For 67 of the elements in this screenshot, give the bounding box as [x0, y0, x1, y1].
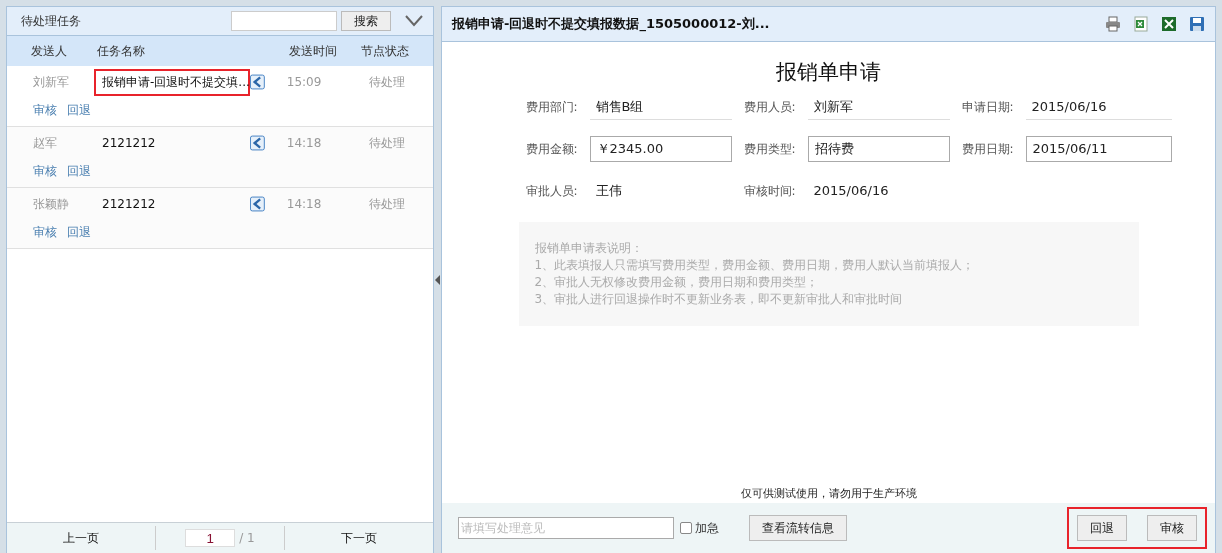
column-header: 节点状态 — [361, 42, 409, 60]
input-field[interactable]: ￥2345.00 — [589, 136, 732, 162]
action-link[interactable]: 回退 — [67, 162, 91, 180]
sender-cell-text: 刘新军 — [33, 73, 70, 91]
field-label: 费用类型: — [743, 140, 797, 158]
action-button[interactable]: 审核 — [1147, 515, 1197, 541]
column-header: 发送人 — [31, 42, 68, 60]
share-icon[interactable] — [250, 196, 265, 212]
sender-cell-text: 赵军 — [33, 134, 58, 152]
time-cell-text: 15:09 — [286, 75, 323, 89]
form-title: 报销单申请 — [776, 59, 881, 86]
time-cell-text: 14:18 — [286, 197, 323, 211]
field-value: 刘新军 — [807, 94, 950, 120]
collapse-arrow-icon[interactable] — [435, 274, 440, 285]
action-button[interactable]: 回退 — [1077, 515, 1127, 541]
chevron-down-icon[interactable] — [405, 15, 423, 27]
input-field[interactable]: 2015/06/11 — [1025, 136, 1172, 162]
action-link[interactable]: 审核 — [33, 223, 57, 241]
field-label: 费用金额: — [525, 140, 579, 158]
field-value: 2015/06/16 — [1025, 94, 1172, 120]
field-value: 2015/06/16 — [812, 182, 890, 200]
next-page-link[interactable]: 下一页 — [285, 529, 433, 547]
status-cell: 待处理 — [369, 134, 405, 152]
field-value: 销售B组 — [589, 94, 732, 120]
field-label: 审批人员: — [525, 182, 579, 200]
column-header: 任务名称 — [97, 42, 146, 60]
share-icon[interactable] — [250, 135, 265, 151]
spreadsheet-icon[interactable] — [1133, 16, 1149, 32]
action-link[interactable]: 回退 — [67, 223, 91, 241]
status-cell: 待处理 — [369, 73, 405, 91]
spreadsheet-icon[interactable] — [1161, 16, 1177, 32]
field-label: 费用日期: — [961, 140, 1015, 158]
field-label: 审核时间: — [743, 182, 797, 200]
field-label: 费用人员: — [743, 98, 797, 116]
page-field[interactable]: 1 — [185, 529, 236, 547]
field-label: 申请日期: — [961, 98, 1015, 116]
task-name-link[interactable]: 2121212 — [94, 131, 250, 155]
previous-page-link[interactable]: 上一页 — [7, 529, 155, 547]
flow-info-button[interactable]: 查看流转信息 — [749, 515, 847, 541]
footer-note: 仅可供测试使用，请勿用于生产环境 — [740, 486, 917, 501]
urgent-checkbox[interactable] — [680, 522, 692, 534]
task-name-link[interactable]: 报销申请-回退时不提交填... — [94, 68, 250, 96]
search-field[interactable] — [231, 11, 337, 31]
field-value: 王伟 — [594, 182, 623, 200]
share-icon[interactable] — [250, 74, 265, 90]
status-cell: 待处理 — [369, 195, 405, 213]
save-icon[interactable] — [1189, 16, 1205, 32]
time-cell-text: 14:18 — [286, 136, 323, 150]
note-text: 2、审批人无权修改费用金额，费用日期和费用类型； — [534, 274, 820, 291]
page-total: / 1 — [239, 531, 255, 545]
sender-cell-text: 张颖静 — [33, 195, 70, 213]
note-text: 报销单申请表说明： — [534, 240, 644, 257]
note-text: 3、审批人进行回退操作时不更新业务表，即不更新审批人和审批时间 — [534, 291, 904, 308]
printer-icon[interactable] — [1105, 16, 1121, 32]
field-label: 费用部门: — [525, 98, 579, 116]
column-header: 发送时间 — [289, 42, 338, 60]
note-text: 1、此表填报人只需填写费用类型，费用金额、费用日期，费用人默认当前填报人； — [534, 257, 976, 274]
document-title: 报销申请-回退时不提交填报数据_1505000012-刘... — [452, 15, 771, 33]
input-field[interactable]: 招待费 — [807, 136, 950, 162]
action-link[interactable]: 回退 — [67, 101, 91, 119]
checkbox-label: 加急 — [695, 519, 719, 537]
action-link[interactable]: 审核 — [33, 101, 57, 119]
task-name-link[interactable]: 2121212 — [94, 192, 250, 216]
panel-title: 待处理任务 — [21, 12, 82, 30]
opinion-field[interactable]: 请填写处理意见 — [458, 517, 674, 539]
action-link[interactable]: 审核 — [33, 162, 57, 180]
search-button[interactable]: 搜索 — [341, 11, 391, 31]
